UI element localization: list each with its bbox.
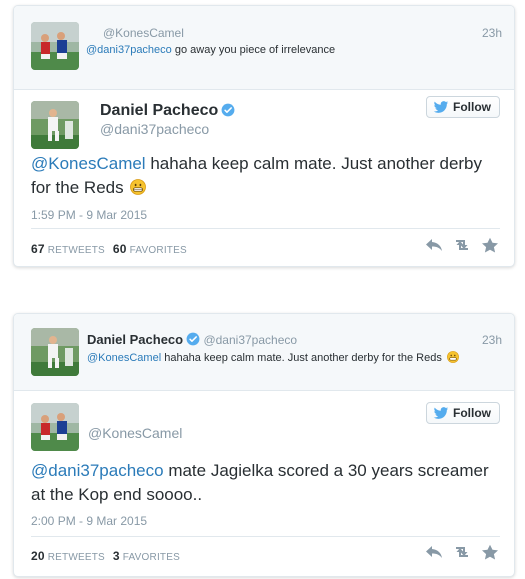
mention-link[interactable]: @KonesCamel [87, 352, 161, 364]
tweet-timestamp[interactable]: 2:00 PM - 9 Mar 2015 [31, 514, 147, 528]
verified-icon [221, 103, 235, 117]
reply-icon[interactable] [424, 237, 444, 253]
avatar-image [31, 22, 79, 70]
retweets-count: 20 [31, 549, 45, 563]
favorite-star-icon[interactable] [480, 237, 500, 253]
grinning-emoji-icon [446, 351, 459, 363]
parent-text: hahaha keep calm mate. Just another derb… [161, 352, 442, 364]
parent-time[interactable]: 23h [482, 333, 502, 347]
parent-tweet: @KonesCamel 23h @dani37pacheco go away y… [14, 6, 514, 90]
mention-link[interactable]: @KonesCamel [31, 154, 146, 173]
favorites-stat[interactable]: 60 FAVORITES [112, 242, 187, 256]
author-handle[interactable]: @KonesCamel [88, 425, 182, 441]
tweet-timestamp[interactable]: 1:59 PM - 9 Mar 2015 [31, 208, 147, 222]
follow-button[interactable]: Follow [426, 402, 500, 424]
parent-text: go away you piece of irrelevance [171, 44, 336, 56]
divider [31, 228, 500, 229]
embedded-tweet-card-1: @KonesCamel 23h @dani37pacheco go away y… [13, 5, 515, 267]
tweet-text: @KonesCamel hahaha keep calm mate. Just … [31, 152, 491, 200]
favorites-count: 60 [112, 242, 127, 256]
retweet-icon[interactable] [452, 544, 472, 560]
follow-label: Follow [453, 406, 491, 420]
favorites-label: FAVORITES [122, 552, 180, 563]
avatar-konescamel[interactable] [31, 22, 79, 70]
parent-tweet-text: @KonesCamel hahaha keep calm mate. Just … [87, 351, 459, 364]
parent-handle: @dani37pacheco [203, 333, 298, 347]
favorites-stat[interactable]: 3 FAVORITES [112, 549, 180, 563]
verified-icon [186, 332, 200, 346]
author-name-text: Daniel Pacheco [100, 102, 219, 119]
avatar-dani37pacheco[interactable] [31, 328, 79, 376]
follow-button[interactable]: Follow [426, 96, 500, 118]
tweet-text: @dani37pacheco mate Jagielka scored a 30… [31, 459, 491, 507]
retweets-stat[interactable]: 67 RETWEETS [31, 242, 105, 256]
author-handle[interactable]: @dani37pacheco [100, 121, 209, 137]
grinning-emoji-icon [129, 179, 146, 195]
twitter-bird-icon [433, 406, 449, 419]
retweets-label: RETWEETS [47, 245, 105, 256]
parent-author[interactable]: Daniel Pacheco @dani37pacheco [87, 332, 297, 347]
parent-tweet: Daniel Pacheco @dani37pacheco 23h @Kones… [14, 314, 514, 391]
follow-label: Follow [453, 100, 491, 114]
avatar-image [31, 403, 79, 451]
divider [31, 536, 500, 537]
avatar-dani37pacheco[interactable] [31, 101, 79, 149]
mention-link[interactable]: @dani37pacheco [31, 461, 164, 480]
tweet-stats: 67 RETWEETS 60 FAVORITES [31, 242, 187, 256]
author-name[interactable]: Daniel Pacheco [100, 102, 235, 120]
avatar-image [31, 328, 79, 376]
reply-icon[interactable] [424, 544, 444, 560]
favorites-label: FAVORITES [129, 245, 187, 256]
parent-tweet-text: @dani37pacheco go away you piece of irre… [86, 44, 335, 56]
twitter-bird-icon [433, 100, 449, 113]
retweets-count: 67 [31, 242, 45, 256]
tweet-stats: 20 RETWEETS 3 FAVORITES [31, 549, 180, 563]
embedded-tweet-card-2: Daniel Pacheco @dani37pacheco 23h @Kones… [13, 313, 515, 577]
favorite-star-icon[interactable] [480, 544, 500, 560]
mention-link[interactable]: @dani37pacheco [86, 44, 172, 56]
avatar-image [31, 101, 79, 149]
tweet-actions [424, 237, 500, 253]
parent-handle[interactable]: @KonesCamel [103, 26, 184, 40]
parent-time[interactable]: 23h [482, 26, 502, 40]
tweet-actions [424, 544, 500, 560]
avatar-konescamel[interactable] [31, 403, 79, 451]
parent-name: Daniel Pacheco [87, 332, 184, 347]
favorites-count: 3 [112, 549, 120, 563]
retweets-stat[interactable]: 20 RETWEETS [31, 549, 105, 563]
retweets-label: RETWEETS [47, 552, 105, 563]
retweet-icon[interactable] [452, 237, 472, 253]
